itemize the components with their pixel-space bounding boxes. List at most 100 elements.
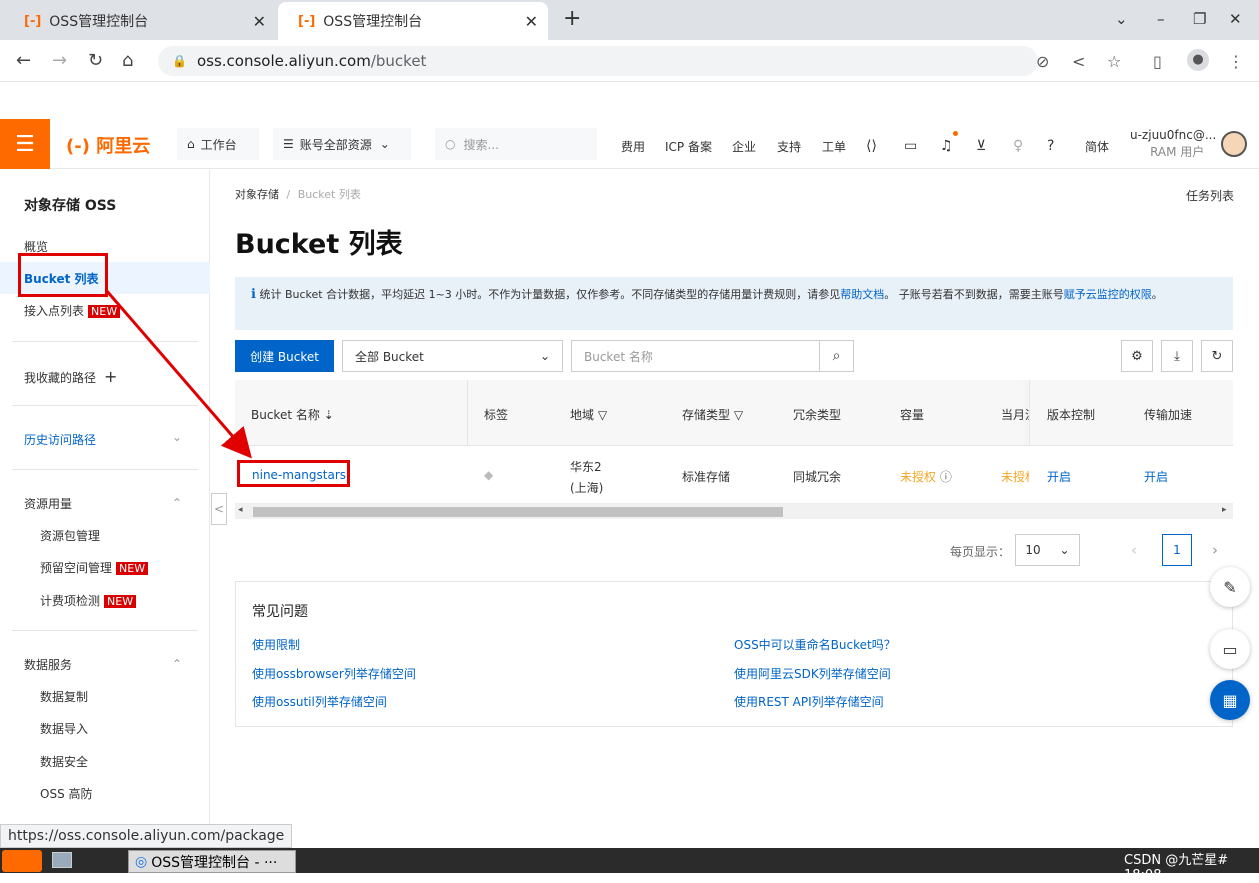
download-icon[interactable]: ⤓: [1161, 340, 1193, 372]
page-size-select[interactable]: 10 ⌄: [1015, 534, 1080, 566]
scrollbar-thumb[interactable]: [253, 507, 783, 517]
filter-icon[interactable]: ▽: [598, 408, 607, 422]
help-icon[interactable]: ?: [1047, 138, 1054, 154]
console-search-input[interactable]: ○ 搜索...: [435, 128, 597, 160]
plus-icon[interactable]: +: [104, 367, 117, 386]
terminal-icon[interactable]: ▭: [904, 138, 917, 154]
nav-enterprise[interactable]: 企业: [732, 138, 756, 155]
browser-tab-1[interactable]: [-] OSS管理控制台 ✕: [4, 2, 276, 40]
sidebar-item-anti-ddos[interactable]: OSS 高防: [40, 785, 93, 802]
refresh-icon[interactable]: ↻: [1201, 340, 1233, 372]
show-desktop-icon[interactable]: [52, 852, 72, 868]
bookmark-star-icon[interactable]: ☆: [1107, 52, 1121, 71]
faq-link[interactable]: 使用阿里云SDK列举存储空间: [734, 665, 891, 682]
column-header-region[interactable]: 地域 ▽: [570, 406, 607, 423]
nav-support[interactable]: 支持: [777, 138, 801, 155]
start-menu-icon[interactable]: [2, 850, 42, 872]
acceleration-link[interactable]: 开启: [1144, 468, 1168, 485]
sidebar-item-history[interactable]: 历史访问路径: [24, 431, 96, 448]
help-icon[interactable]: ⓘ: [940, 470, 952, 484]
clock[interactable]: 18:08: [1124, 868, 1161, 883]
nav-billing[interactable]: 费用: [621, 138, 645, 155]
browser-tab-2[interactable]: [-] OSS管理控制台 ✕: [278, 2, 548, 40]
column-header-name[interactable]: Bucket 名称 ⇣: [251, 406, 334, 423]
tab-search-button[interactable]: ⌄: [1115, 10, 1128, 28]
lightbulb-icon[interactable]: ♀: [1013, 138, 1023, 154]
scroll-left-icon[interactable]: ◂: [238, 505, 243, 515]
side-panel-icon[interactable]: ▯: [1153, 52, 1162, 71]
nav-icp[interactable]: ICP 备案: [665, 138, 712, 155]
new-tab-button[interactable]: +: [563, 6, 581, 31]
avatar[interactable]: [1221, 131, 1247, 157]
scroll-right-icon[interactable]: ▸: [1222, 505, 1227, 515]
prev-page-icon[interactable]: ‹: [1131, 541, 1137, 559]
language-switch[interactable]: 简体: [1085, 138, 1109, 155]
faq-link[interactable]: 使用限制: [252, 636, 300, 653]
faq-link[interactable]: 使用REST API列举存储空间: [734, 693, 884, 710]
back-icon[interactable]: ←: [16, 50, 31, 71]
next-page-icon[interactable]: ›: [1212, 541, 1218, 559]
sidebar-item-import[interactable]: 数据导入: [40, 720, 88, 737]
workbench-button[interactable]: ⌂ 工作台: [177, 128, 259, 160]
edit-icon[interactable]: ✎: [1210, 567, 1250, 607]
chevron-down-icon[interactable]: ⌄: [172, 430, 182, 444]
apps-icon[interactable]: ▦: [1210, 680, 1250, 720]
sidebar-group-usage[interactable]: 资源用量: [24, 495, 72, 512]
close-window-button[interactable]: ✕: [1229, 10, 1242, 28]
breadcrumb-root[interactable]: 对象存储: [235, 188, 279, 201]
sort-icon[interactable]: ⇣: [324, 408, 334, 422]
help-doc-link[interactable]: 帮助文档: [840, 288, 884, 301]
user-menu[interactable]: u-zjuu0fnc@... RAM 用户: [1130, 127, 1216, 161]
chevron-up-icon[interactable]: ⌃: [172, 496, 182, 510]
close-icon[interactable]: ✕: [253, 12, 266, 31]
cloudmonitor-link[interactable]: 赋予云监控的: [1064, 288, 1130, 301]
search-icon[interactable]: ⌕: [819, 341, 853, 371]
bell-icon[interactable]: ♫: [940, 138, 953, 154]
eye-off-icon[interactable]: ⊘: [1036, 52, 1049, 71]
home-icon[interactable]: ⌂: [122, 50, 133, 71]
bucket-search-input[interactable]: Bucket 名称: [572, 348, 819, 365]
cart-icon[interactable]: ⊻: [976, 138, 986, 154]
maximize-button[interactable]: ❐: [1193, 10, 1206, 28]
sidebar-item-package[interactable]: 资源包管理: [40, 527, 100, 544]
create-bucket-button[interactable]: 创建 Bucket: [235, 340, 334, 372]
task-list-link[interactable]: 任务列表: [1186, 187, 1234, 204]
reserved-label: 预留空间管理: [40, 561, 113, 575]
share-icon[interactable]: <: [1072, 52, 1085, 71]
sidebar-item-billing-check[interactable]: 计费项检测 NEW: [40, 592, 137, 609]
aliyun-brand[interactable]: (-) 阿里云: [66, 132, 150, 158]
code-icon[interactable]: ⟨⟩: [866, 138, 877, 154]
sidebar-collapse-button[interactable]: <: [211, 493, 227, 525]
resources-dropdown[interactable]: ☰ 账号全部资源 ⌄: [273, 128, 411, 160]
permission-link[interactable]: 权限: [1130, 288, 1152, 301]
current-page-button[interactable]: 1: [1162, 534, 1192, 566]
taskbar-window-button[interactable]: ◎ OSS管理控制台 - ···: [128, 850, 296, 873]
menu-dots-icon[interactable]: ⋮: [1228, 52, 1244, 71]
chat-icon[interactable]: ▭: [1210, 629, 1250, 669]
tag-icon[interactable]: ◆: [484, 468, 493, 482]
sidebar-group-data-services[interactable]: 数据服务: [24, 656, 72, 673]
settings-icon[interactable]: ⚙: [1121, 340, 1153, 372]
sidebar-item-security[interactable]: 数据安全: [40, 753, 88, 770]
nav-ticket[interactable]: 工单: [822, 138, 846, 155]
filter-icon[interactable]: ▽: [734, 408, 743, 422]
sidebar-item-reserved[interactable]: 预留空间管理 NEW: [40, 559, 149, 576]
sidebar-item-replication[interactable]: 数据复制: [40, 688, 88, 705]
bucket-search[interactable]: Bucket 名称 ⌕: [571, 340, 854, 372]
column-header-storage[interactable]: 存储类型 ▽: [682, 406, 743, 423]
close-icon[interactable]: ✕: [525, 12, 538, 31]
minimize-button[interactable]: –: [1157, 10, 1165, 28]
versioning-link[interactable]: 开启: [1047, 468, 1071, 485]
url-bar[interactable]: 🔒 oss.console.aliyun.com/bucket: [158, 46, 1038, 76]
faq-link[interactable]: OSS中可以重命名Bucket吗？: [734, 636, 896, 653]
profile-icon[interactable]: ●: [1187, 49, 1209, 71]
faq-link[interactable]: 使用ossbrowser列举存储空间: [252, 665, 416, 682]
reload-icon[interactable]: ↻: [88, 50, 103, 71]
faq-link[interactable]: 使用ossutil列举存储空间: [252, 693, 387, 710]
hamburger-menu-icon[interactable]: ☰: [0, 119, 50, 169]
sidebar-item-access-points[interactable]: 接入点列表 NEW: [24, 302, 121, 319]
forward-icon[interactable]: →: [52, 50, 67, 71]
bucket-filter-select[interactable]: 全部 Bucket ⌄: [342, 340, 563, 372]
chevron-up-icon[interactable]: ⌃: [172, 657, 182, 671]
sidebar-item-favorites[interactable]: 我收藏的路径 +: [24, 367, 117, 386]
